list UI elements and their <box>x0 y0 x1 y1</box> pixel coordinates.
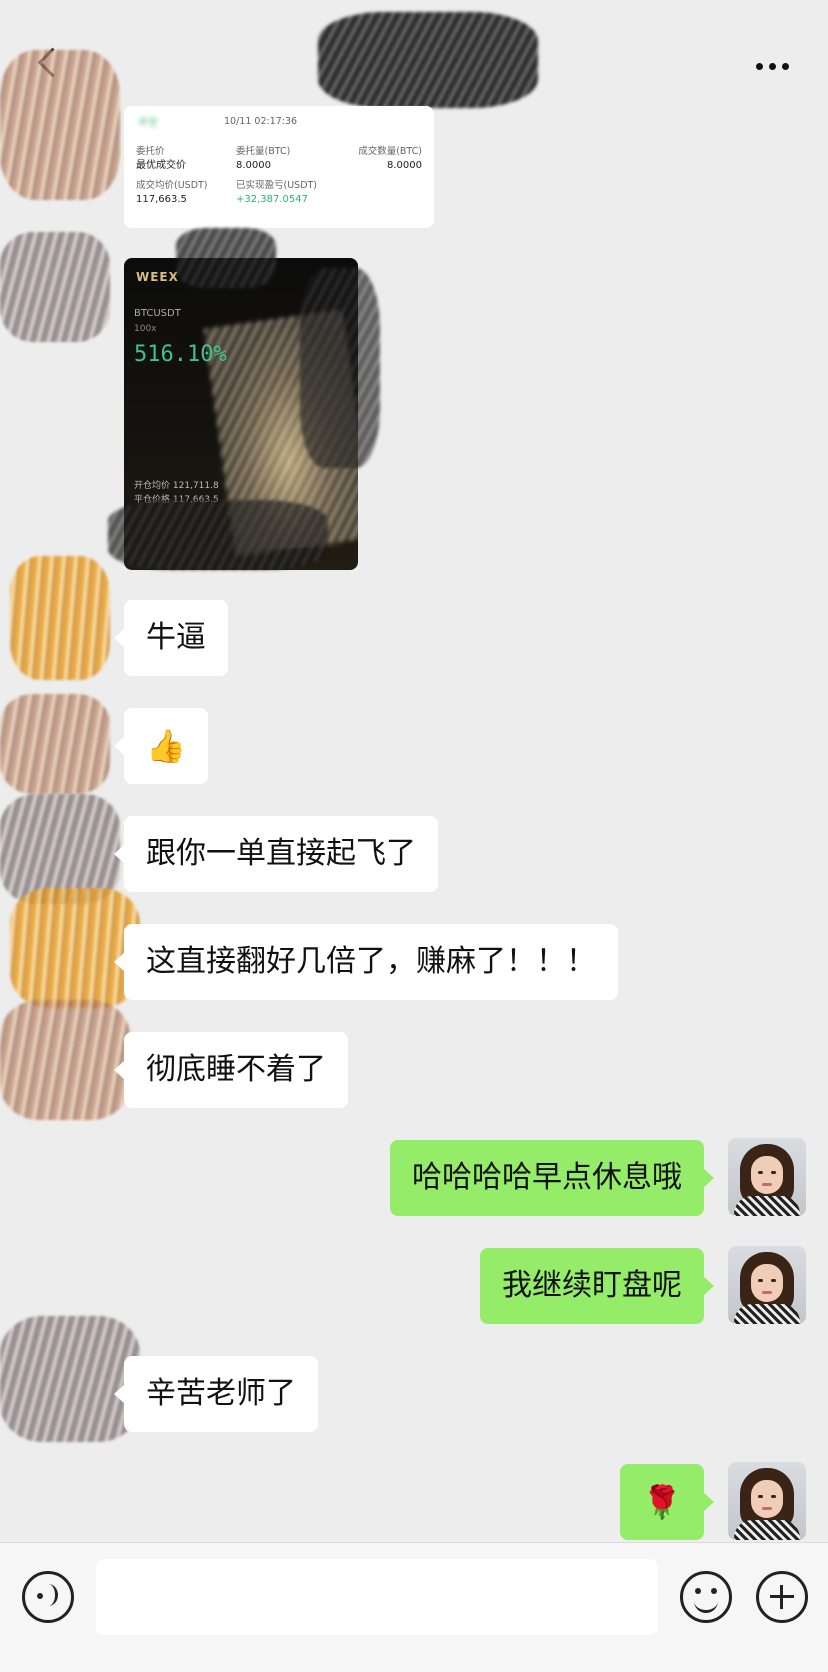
avatar[interactable] <box>728 1462 806 1540</box>
redaction-scribble <box>10 888 140 1008</box>
redaction-scribble <box>300 268 380 468</box>
message-bubble[interactable]: 辛苦老师了 <box>114 1356 318 1432</box>
realized-pnl-label: 已实现盈亏(USDT) <box>236 180 318 191</box>
leverage-label: 100x <box>134 324 157 334</box>
message-text: 彻底睡不着了 <box>146 1052 326 1087</box>
input-bar <box>0 1542 828 1672</box>
plus-icon[interactable] <box>756 1571 808 1623</box>
avatar[interactable] <box>728 1138 806 1216</box>
chat-screen: 平空 10/11 02:17:36 委托价 最优成交价 委托量(BTC) 8.0… <box>0 0 828 1672</box>
entry-price-label: 开仓均价 <box>134 481 171 491</box>
message-bubble[interactable]: 彻底睡不着了 <box>114 1032 348 1108</box>
trading-pair: BTCUSDT <box>134 308 181 319</box>
redaction-scribble <box>0 1000 130 1120</box>
avg-price-label: 成交均价(USDT) <box>136 180 208 191</box>
redaction-scribble <box>108 500 328 570</box>
order-price-label: 委托价 <box>136 146 165 157</box>
message-bubble[interactable]: 牛逼 <box>114 600 228 676</box>
redaction-scribble <box>176 228 276 288</box>
trade-record-card[interactable]: 平空 10/11 02:17:36 委托价 最优成交价 委托量(BTC) 8.0… <box>124 106 434 228</box>
message-bubble[interactable]: 跟你一单直接起飞了 <box>114 816 438 892</box>
message-bubble-outgoing[interactable]: 🌹 <box>620 1464 714 1540</box>
message-bubble[interactable]: 👍 <box>114 708 208 784</box>
avatar[interactable] <box>728 1246 806 1324</box>
return-percent: 516.10% <box>134 342 227 367</box>
message-bubble-outgoing[interactable]: 我继续盯盘呢 <box>480 1248 714 1324</box>
redaction-scribble <box>10 556 110 680</box>
more-dots-icon[interactable] <box>748 50 798 80</box>
message-bubble-outgoing[interactable]: 哈哈哈哈早点休息哦 <box>390 1140 714 1216</box>
entry-price-value: 121,711.8 <box>172 481 219 491</box>
thumbs-up-icon: 👍 <box>146 727 186 765</box>
realized-pnl-value: +32,387.0547 <box>236 194 308 205</box>
smiley-icon[interactable] <box>680 1571 732 1623</box>
trade-time: 10/11 02:17:36 <box>224 116 298 127</box>
message-text: 哈哈哈哈早点休息哦 <box>412 1160 682 1195</box>
message-text: 这直接翻好几倍了，赚麻了！！！ <box>146 944 596 979</box>
message-bubble[interactable]: 这直接翻好几倍了，赚麻了！！！ <box>114 924 618 1000</box>
order-type-value: 最优成交价 <box>136 160 186 171</box>
rose-icon: 🌹 <box>642 1483 682 1521</box>
trade-side-tag: 平空 <box>138 118 158 129</box>
order-qty-label: 委托量(BTC) <box>236 146 291 157</box>
avg-price-value: 117,663.5 <box>136 194 187 205</box>
order-qty-value: 8.0000 <box>236 160 271 171</box>
entry-price-row: 开仓均价 121,711.8 <box>134 478 219 491</box>
message-input[interactable] <box>96 1559 658 1635</box>
redaction-scribble <box>0 50 120 200</box>
voice-icon[interactable] <box>22 1571 74 1623</box>
exchange-logo: WEEX <box>136 270 179 284</box>
redaction-scribble <box>318 12 538 108</box>
redaction-scribble <box>0 232 110 342</box>
filled-qty-value: 8.0000 <box>387 160 422 171</box>
chat-header <box>0 0 828 110</box>
redaction-scribble <box>0 1316 140 1442</box>
redaction-scribble <box>0 694 110 794</box>
message-text: 辛苦老师了 <box>146 1376 296 1411</box>
message-text: 牛逼 <box>146 620 206 655</box>
message-text: 我继续盯盘呢 <box>502 1268 682 1303</box>
filled-qty-label: 成交数量(BTC) <box>358 146 422 157</box>
message-text: 跟你一单直接起飞了 <box>146 836 416 871</box>
